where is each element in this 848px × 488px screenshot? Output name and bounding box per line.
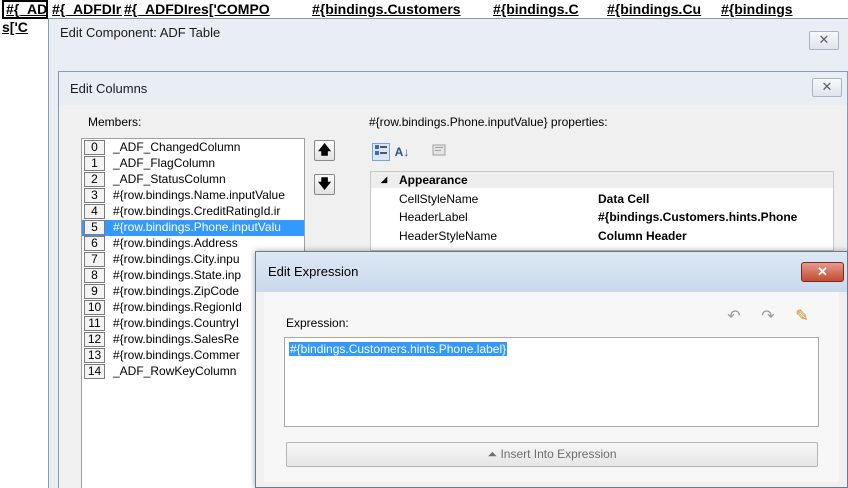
member-index: 5: [84, 220, 105, 235]
member-label: #{row.bindings.City.inpu: [113, 252, 240, 266]
member-index: 11: [84, 316, 105, 331]
property-category-appearance[interactable]: ◢ Appearance: [371, 172, 833, 188]
collapse-triangle-icon[interactable]: ◢: [381, 172, 387, 188]
edit-expression-close-button[interactable]: ✕: [801, 262, 844, 282]
description-icon[interactable]: [430, 143, 448, 161]
member-index: 13: [84, 348, 105, 363]
member-label: #{row.bindings.State.inp: [113, 268, 242, 282]
property-row[interactable]: HeaderLabel #{bindings.Customers.hints.P…: [371, 209, 833, 226]
edit-expression-dialog-title: Edit Expression: [268, 264, 359, 279]
property-row[interactable]: HeaderStyleName Column Header: [371, 228, 833, 245]
member-index: 10: [84, 300, 105, 315]
move-down-button[interactable]: 🡇: [314, 174, 335, 195]
member-index: 12: [84, 332, 105, 347]
insert-into-expression-button[interactable]: ⏶ Insert Into Expression: [286, 442, 818, 467]
expression-selected-text[interactable]: #{bindings.Customers.hints.Phone.label}: [289, 342, 508, 356]
table-header-cell[interactable]: #{_ADFDIres['COMPO: [124, 1, 310, 18]
member-label: #{row.bindings.ZipCode: [113, 284, 240, 298]
member-index: 9: [84, 284, 105, 299]
list-item[interactable]: 1 _ADF_FlagColumn: [82, 156, 304, 172]
edit-expression-titlebar: Edit Expression ✕: [256, 252, 847, 292]
member-label: #{row.bindings.CountryI: [113, 316, 240, 330]
screen: #{_ADFDIre #{_ADFDIre #{_ADFDIres['COMPO…: [0, 0, 848, 488]
member-label: #{row.bindings.Commer: [113, 348, 240, 362]
member-label: _ADF_RowKeyColumn: [113, 364, 237, 378]
expression-label: Expression:: [286, 316, 349, 330]
member-label: _ADF_StatusColumn: [113, 172, 226, 186]
edit-columns-close-button[interactable]: ✕: [812, 78, 842, 97]
undo-icon[interactable]: ↶: [724, 307, 744, 327]
member-index: 0: [84, 140, 105, 155]
edit-columns-titlebar: Edit Columns ✕: [59, 72, 847, 105]
insert-chevron-icon: ⏶: [487, 447, 498, 461]
redo-icon[interactable]: ↷: [758, 307, 778, 327]
table-header-cell[interactable]: #{_ADFDIre: [2, 0, 48, 19]
sort-alphabetical-icon[interactable]: A↓: [393, 143, 411, 161]
move-up-button[interactable]: 🡅: [314, 140, 335, 161]
table-header-cell[interactable]: #{bindings: [721, 1, 848, 18]
property-name: HeaderStyleName: [399, 229, 498, 243]
insert-button-label: Insert Into Expression: [500, 447, 617, 461]
table-header-cell[interactable]: #{bindings.C: [493, 1, 599, 18]
member-label: #{row.bindings.CreditRatingId.ir: [113, 204, 281, 218]
member-label: #{row.bindings.Phone.inputValu: [113, 220, 281, 234]
description-glyph-icon: [432, 144, 446, 156]
categorized-view-icon[interactable]: [372, 143, 390, 161]
list-item-selected[interactable]: 5 #{row.bindings.Phone.inputValu: [82, 220, 304, 236]
member-index: 3: [84, 188, 105, 203]
table-header-cell[interactable]: #{_ADFDIre: [52, 1, 122, 18]
list-item[interactable]: 4 #{row.bindings.CreditRatingId.ir: [82, 204, 304, 220]
table-header-cell[interactable]: #{bindings.Cu: [607, 1, 713, 18]
member-index: 7: [84, 252, 105, 267]
member-label: #{row.bindings.RegionId: [113, 300, 242, 314]
property-row[interactable]: CellStyleName Data Cell: [371, 191, 833, 208]
property-name: CellStyleName: [399, 192, 479, 206]
categorized-glyph-icon: [375, 145, 387, 155]
edit-component-close-button[interactable]: ✕: [809, 31, 839, 50]
members-label: Members:: [88, 115, 142, 129]
property-value[interactable]: Data Cell: [598, 191, 649, 208]
member-index: 8: [84, 268, 105, 283]
member-index: 4: [84, 204, 105, 219]
list-item[interactable]: 6 #{row.bindings.Address: [82, 236, 304, 252]
properties-label: #{row.bindings.Phone.inputValue} propert…: [369, 115, 608, 129]
property-name: HeaderLabel: [399, 210, 468, 224]
property-value[interactable]: Column Header: [598, 228, 687, 245]
edit-component-dialog-title: Edit Component: ADF Table: [60, 25, 221, 40]
table-header-cell-fragment: s['C: [2, 19, 28, 36]
member-index: 14: [84, 364, 105, 379]
member-label: #{row.bindings.SalesRe: [113, 332, 240, 346]
property-category-label: Appearance: [399, 173, 468, 187]
member-label: _ADF_FlagColumn: [113, 156, 216, 170]
list-item[interactable]: 3 #{row.bindings.Name.inputValue: [82, 188, 304, 204]
property-value[interactable]: #{bindings.Customers.hints.Phone: [598, 209, 797, 226]
member-index: 1: [84, 156, 105, 171]
edit-columns-dialog-title: Edit Columns: [70, 81, 148, 96]
member-index: 6: [84, 236, 105, 251]
member-index: 2: [84, 172, 105, 187]
member-label: _ADF_ChangedColumn: [113, 140, 241, 154]
expression-textarea[interactable]: #{bindings.Customers.hints.Phone.label}: [284, 337, 819, 427]
property-inspector: ◢ Appearance CellStyleName Data Cell Hea…: [370, 171, 834, 251]
member-label: #{row.bindings.Address: [113, 236, 238, 250]
member-label: #{row.bindings.Name.inputValue: [113, 188, 285, 202]
list-item[interactable]: 0 _ADF_ChangedColumn: [82, 140, 304, 156]
table-header-cell[interactable]: #{bindings.Customers: [312, 1, 488, 18]
list-item[interactable]: 2 _ADF_StatusColumn: [82, 172, 304, 188]
eraser-icon[interactable]: ✎: [792, 307, 812, 327]
